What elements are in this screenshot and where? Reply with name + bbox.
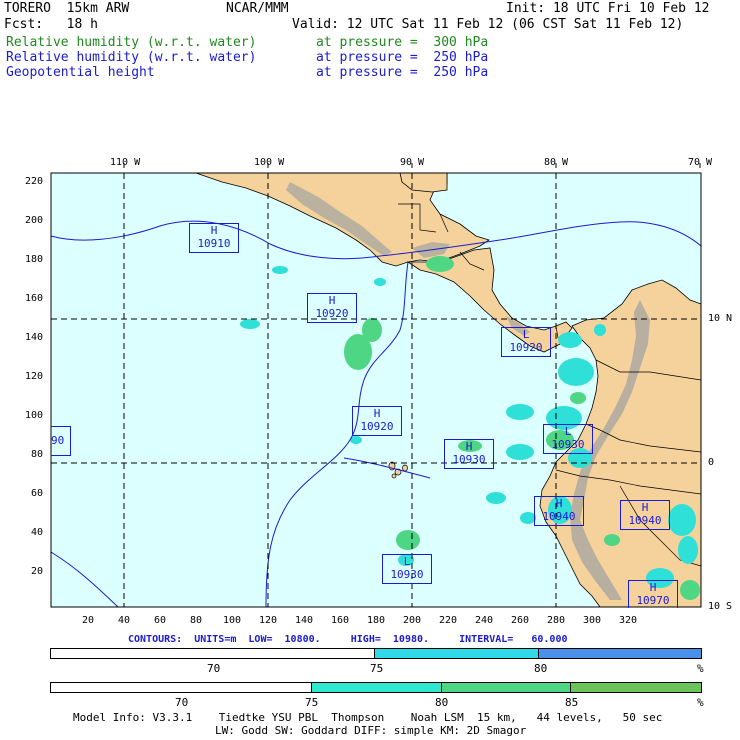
physics-info: LW: Godd SW: Goddard DIFF: simple KM: 2D… — [215, 724, 527, 737]
model-info: Model Info: V3.3.1 Tiedtke YSU PBL Thomp… — [73, 711, 663, 724]
center-value: 10920 — [315, 307, 349, 320]
height-center-box: H 10920 — [352, 406, 402, 436]
colorbar-label: 85 — [565, 696, 579, 709]
contours-info: CONTOURS: UNITS=m LOW= 10800. HIGH= 1098… — [128, 634, 568, 645]
colorbar-segment — [441, 683, 572, 692]
height-center-box: H 10970 — [628, 580, 678, 608]
height-center-box: L 10930 — [543, 424, 593, 454]
height-center-box: H 10930 — [444, 439, 494, 469]
colorbar-label: 70 — [175, 696, 189, 709]
center-value: 90 — [51, 434, 65, 447]
colorbar-300hpa — [50, 682, 702, 693]
weather-map — [50, 163, 702, 608]
height-center-box: H 10940 — [620, 500, 670, 530]
center-type: L — [403, 555, 411, 568]
center-value: 10920 — [509, 341, 543, 354]
colorbar-label: % — [697, 696, 704, 709]
center-value: 10970 — [636, 594, 670, 607]
center-type: H — [328, 294, 336, 307]
center-type: H — [555, 497, 563, 510]
height-center-box-edge: 90 — [51, 426, 71, 456]
height-center-box: H 10940 — [534, 496, 584, 526]
center-value: 10940 — [628, 514, 662, 527]
height-center-box: H 10920 — [307, 293, 357, 323]
height-center-box: L 10930 — [382, 554, 432, 584]
colorbar-segment — [51, 649, 375, 658]
center-type: H — [465, 440, 473, 453]
colorbar-segment — [312, 683, 442, 692]
colorbar-label: 75 — [305, 696, 319, 709]
colorbar-label: 80 — [435, 696, 449, 709]
center-type: H — [641, 501, 649, 514]
center-value: 10930 — [551, 438, 585, 451]
colorbar-label: 80 — [534, 662, 548, 675]
center-value: 10930 — [390, 568, 424, 581]
center-value: 10920 — [360, 420, 394, 433]
colorbar-label: 70 — [207, 662, 221, 675]
top-tick-marks — [123, 163, 701, 168]
center-value: 10910 — [197, 237, 231, 250]
colorbar-segment — [571, 683, 702, 692]
colorbar-label: 75 — [370, 662, 384, 675]
center-type: H — [649, 581, 657, 594]
center-type: H — [210, 224, 218, 237]
center-value: 10940 — [542, 510, 576, 523]
height-center-box: L 10920 — [501, 327, 551, 357]
colorbar-segment — [375, 649, 539, 658]
height-center-box: H 10910 — [189, 223, 239, 253]
colorbar-label: % — [697, 662, 704, 675]
center-type: L — [522, 328, 530, 341]
center-type: L — [564, 425, 572, 438]
colorbar-250hpa — [50, 648, 702, 659]
center-value: 10930 — [452, 453, 486, 466]
colorbar-segment — [538, 649, 701, 658]
center-type: H — [373, 407, 381, 420]
colorbar-segment — [51, 683, 313, 692]
